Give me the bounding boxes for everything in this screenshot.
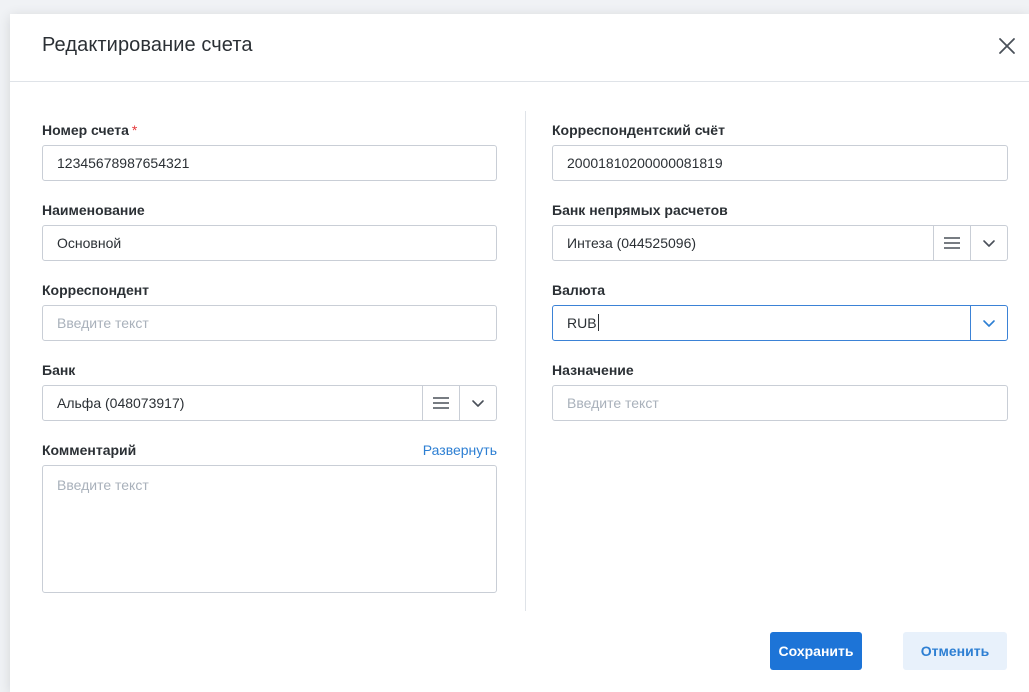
currency-select[interactable]: RUB xyxy=(552,305,1008,341)
bank-field: Банк Альфа (048073917) xyxy=(42,361,497,421)
comment-field: Комментарий Развернуть Введите текст xyxy=(42,441,497,593)
indirect-bank-label: Банк непрямых расчетов xyxy=(552,202,728,218)
expand-link[interactable]: Развернуть xyxy=(423,441,497,459)
name-input[interactable]: Основной xyxy=(42,225,497,261)
list-icon xyxy=(433,397,449,409)
chevron-down-icon xyxy=(472,399,484,407)
purpose-label: Назначение xyxy=(552,362,634,378)
correspondent-label: Корреспондент xyxy=(42,282,150,298)
comment-textarea[interactable]: Введите текст xyxy=(42,465,497,593)
bank-label: Банк xyxy=(42,362,76,378)
list-icon xyxy=(944,237,960,249)
name-field: Наименование Основной xyxy=(42,201,497,261)
cancel-button[interactable]: Отменить xyxy=(903,632,1007,670)
currency-value: RUB xyxy=(567,315,597,331)
text-caret xyxy=(597,314,599,331)
bank-value: Альфа (048073917) xyxy=(57,395,185,411)
currency-field: Валюта RUB xyxy=(552,281,1008,341)
column-divider xyxy=(525,111,526,611)
indirect-bank-list-button[interactable] xyxy=(933,226,970,260)
corr-account-label: Корреспондентский счёт xyxy=(552,122,725,138)
account-number-field: Номер счета * 12345678987654321 xyxy=(42,121,497,181)
close-icon xyxy=(999,38,1015,54)
save-button[interactable]: Сохранить xyxy=(770,632,862,670)
account-number-input[interactable]: 12345678987654321 xyxy=(42,145,497,181)
dialog-title: Редактирование счета xyxy=(42,34,253,56)
correspondent-field: Корреспондент Введите текст xyxy=(42,281,497,341)
purpose-field: Назначение Введите текст xyxy=(552,361,1008,421)
indirect-bank-select[interactable]: Интеза (044525096) xyxy=(552,225,1008,261)
indirect-bank-field: Банк непрямых расчетов Интеза (044525096… xyxy=(552,201,1008,261)
close-button[interactable] xyxy=(995,34,1019,58)
bank-select[interactable]: Альфа (048073917) xyxy=(42,385,497,421)
bank-dropdown-button[interactable] xyxy=(459,386,496,420)
purpose-input[interactable]: Введите текст xyxy=(552,385,1008,421)
chevron-down-icon xyxy=(983,319,995,327)
name-label: Наименование xyxy=(42,202,145,218)
currency-label: Валюта xyxy=(552,282,606,298)
chevron-down-icon xyxy=(983,239,995,247)
required-mark: * xyxy=(131,122,138,138)
edit-account-dialog: Редактирование счета Номер счета * 123456… xyxy=(10,14,1029,692)
indirect-bank-value: Интеза (044525096) xyxy=(567,235,697,251)
indirect-bank-dropdown-button[interactable] xyxy=(970,226,1007,260)
corr-account-field: Корреспондентский счёт 20001810200000081… xyxy=(552,121,1008,181)
currency-dropdown-button[interactable] xyxy=(970,306,1007,340)
corr-account-input[interactable]: 20001810200000081819 xyxy=(552,145,1008,181)
correspondent-input[interactable]: Введите текст xyxy=(42,305,497,341)
dialog-header: Редактирование счета xyxy=(10,14,1029,82)
bank-list-button[interactable] xyxy=(422,386,459,420)
account-number-label: Номер счета * xyxy=(42,122,138,138)
